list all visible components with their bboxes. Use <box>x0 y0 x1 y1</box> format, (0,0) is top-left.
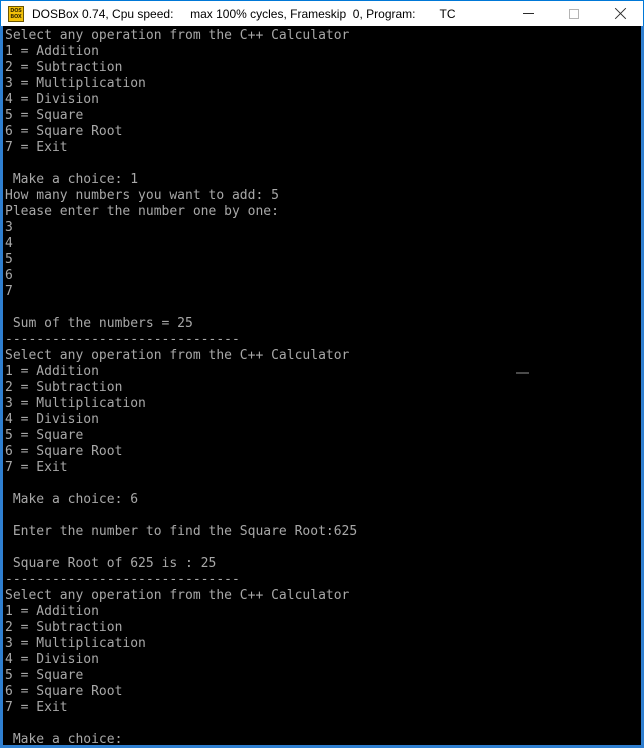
console-line: 5 = Square <box>5 428 84 443</box>
console-line: 2 = Subtraction <box>5 60 123 75</box>
close-button[interactable] <box>597 1 643 26</box>
console-line: Square Root of 625 is : 25 <box>5 556 217 571</box>
window-titlebar[interactable]: DOS BOX DOSBox 0.74, Cpu speed: max 100%… <box>0 0 644 26</box>
console-line: Sum of the numbers = 25 <box>5 316 193 331</box>
console-line: How many numbers you want to add: 5 <box>5 188 279 203</box>
console-line: 3 <box>5 220 13 235</box>
console-line: Enter the number to find the Square Root… <box>5 524 358 539</box>
console-line: Make a choice: 1 <box>5 172 139 187</box>
console-line: 1 = Addition <box>5 44 99 59</box>
console-line: 7 <box>5 284 13 299</box>
text-cursor-artifact <box>516 372 529 374</box>
console-line: 6 <box>5 268 13 283</box>
window-title-program: TC <box>439 6 456 21</box>
minimize-icon <box>522 13 534 14</box>
console-line: Please enter the number one by one: <box>5 204 279 219</box>
console-line: 4 = Division <box>5 92 99 107</box>
console-line: 2 = Subtraction <box>5 380 123 395</box>
console-line: 4 = Division <box>5 412 99 427</box>
console-output[interactable]: Select any operation from the C++ Calcul… <box>3 26 641 745</box>
console-line: 4 = Division <box>5 652 99 667</box>
console-line: 6 = Square Root <box>5 684 123 699</box>
dosbox-icon: DOS BOX <box>8 5 24 22</box>
console-line: 5 = Square <box>5 108 84 123</box>
console-line: Make a choice: 6 <box>5 492 139 507</box>
console-line: 7 = Exit <box>5 460 68 475</box>
console-line: 3 = Multiplication <box>5 76 146 91</box>
console-frame: Select any operation from the C++ Calcul… <box>0 26 644 748</box>
maximize-icon <box>569 8 579 19</box>
console-line: Select any operation from the C++ Calcul… <box>5 348 350 363</box>
console-line: 2 = Subtraction <box>5 620 123 635</box>
console-line: Select any operation from the C++ Calcul… <box>5 28 350 43</box>
console-line: 3 = Multiplication <box>5 636 146 651</box>
console-line: 6 = Square Root <box>5 444 123 459</box>
console-line: 1 = Addition <box>5 364 99 379</box>
window-title: DOSBox 0.74, Cpu speed: max 100% cycles,… <box>32 6 416 21</box>
console-line: ------------------------------ <box>5 572 240 587</box>
close-icon <box>614 8 626 20</box>
console-line: 4 <box>5 236 13 251</box>
console-line: 6 = Square Root <box>5 124 123 139</box>
console-line: Select any operation from the C++ Calcul… <box>5 588 350 603</box>
minimize-button[interactable] <box>505 1 551 26</box>
console-line: Make a choice: <box>5 732 123 745</box>
console-line: 7 = Exit <box>5 140 68 155</box>
dosbox-icon-line2: BOX <box>10 13 22 20</box>
console-line: 5 = Square <box>5 668 84 683</box>
dosbox-window: DOS BOX DOSBox 0.74, Cpu speed: max 100%… <box>0 0 644 748</box>
console-line: 3 = Multiplication <box>5 396 146 411</box>
console-line: ------------------------------ <box>5 332 240 347</box>
console-line: 5 <box>5 252 13 267</box>
maximize-button[interactable] <box>551 1 597 26</box>
console-line: 7 = Exit <box>5 700 68 715</box>
console-line: 1 = Addition <box>5 604 99 619</box>
